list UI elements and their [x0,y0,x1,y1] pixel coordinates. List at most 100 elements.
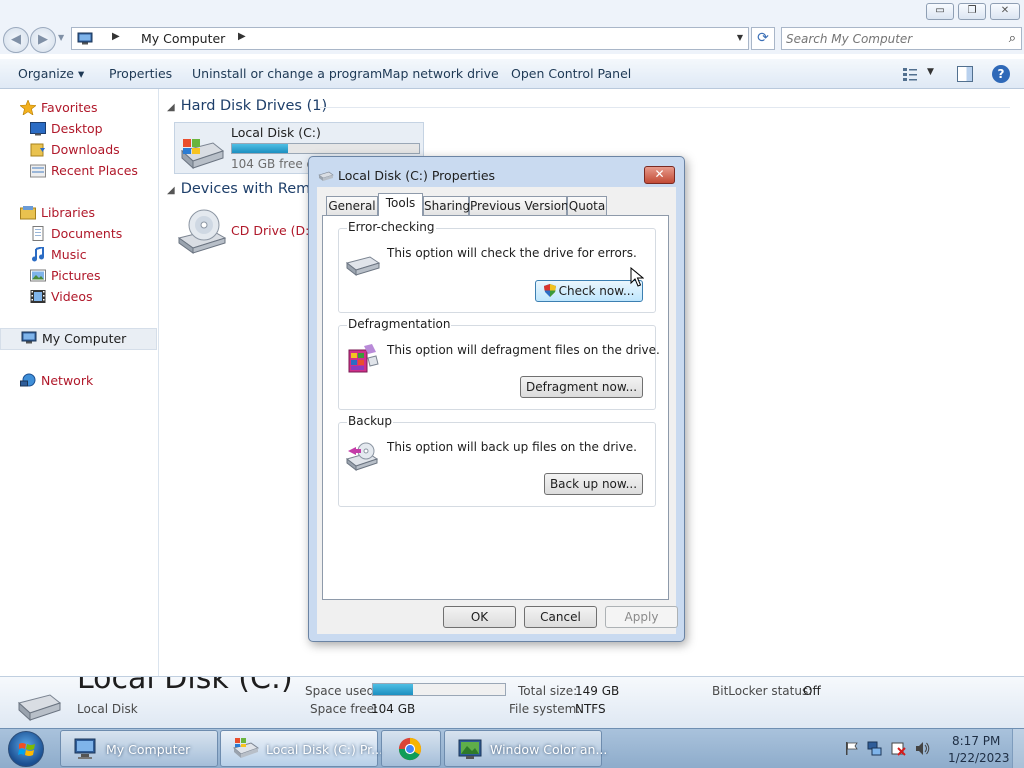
space-free-value: 104 GB [371,702,416,716]
file-system-value: NTFS [575,702,606,716]
collapse-arrow-icon[interactable]: ◢ [167,185,175,196]
hard-drive-icon [17,694,62,722]
desktop-icon [30,121,46,136]
group-description: This option will back up files on the dr… [387,440,637,454]
videos-icon [30,289,46,304]
start-button[interactable] [8,731,44,767]
collapse-arrow-icon[interactable]: ◢ [167,102,175,113]
uninstall-program-button[interactable]: Uninstall or change a program [192,66,382,81]
minimize-button[interactable]: ▭ [926,3,954,20]
sidebar-label: Desktop [51,121,103,136]
sidebar-item-documents[interactable]: Documents [0,224,157,244]
sidebar-item-downloads[interactable]: Downloads [0,140,157,160]
bitlocker-value: Off [803,684,821,698]
sidebar-item-network[interactable]: Network [0,371,157,391]
view-options-dropdown-icon[interactable]: ▼ [927,67,934,77]
tab-sharing[interactable]: Sharing [423,196,470,215]
power-warning-icon[interactable] [891,741,906,756]
clock-time[interactable]: 8:17 PM [952,734,1000,748]
pictures-icon [30,268,46,283]
drive-label: Local Disk (C:) [231,125,321,140]
hard-drive-icon [233,738,259,758]
search-icon[interactable]: ⌕ [1009,31,1016,46]
network-tray-icon[interactable] [867,741,882,756]
computer-icon [77,32,93,45]
dialog-body: General Tools Sharing Previous Versions … [317,187,678,634]
cancel-button[interactable]: Cancel [524,606,597,628]
taskbar-window-color[interactable]: Window Color an... [444,730,607,767]
forward-button[interactable]: ▶ [30,27,56,53]
space-used-label: Space used: [305,684,379,698]
button-label: Check now... [558,284,635,298]
sidebar-item-pictures[interactable]: Pictures [0,266,157,286]
tab-general[interactable]: General [326,196,378,215]
sidebar-label: Music [51,247,87,262]
command-bar: Organize ▾ Properties Uninstall or chang… [0,58,1024,89]
map-network-drive-button[interactable]: Map network drive [382,66,499,81]
show-desktop-button[interactable] [1012,729,1024,768]
properties-button[interactable]: Properties [109,66,172,81]
address-dropdown-icon[interactable]: ▼ [737,33,743,42]
search-input[interactable] [786,30,996,47]
personalization-icon [458,739,482,759]
dialog-title: Local Disk (C:) Properties [338,168,496,183]
action-center-flag-icon[interactable] [844,741,859,756]
breadcrumb-my-computer[interactable]: My Computer [141,31,225,46]
star-icon [19,99,37,116]
sidebar-label: Downloads [51,142,120,157]
breadcrumb-chevron-icon[interactable]: ▶ [238,31,246,42]
address-bar[interactable]: ▶ My Computer ▶ ▼ [71,27,749,50]
backup-icon [346,442,379,471]
taskbar-chrome[interactable] [381,730,441,767]
search-box[interactable]: ⌕ [781,27,1022,50]
libraries-icon [20,205,36,220]
taskbar-local-disk-properties[interactable]: Local Disk (C:) Pr... [220,730,383,767]
sidebar-label: Documents [51,226,123,241]
breadcrumb-chevron-icon[interactable]: ▶ [112,31,120,42]
back-up-now-button[interactable]: Back up now... [544,473,643,495]
apply-button[interactable]: Apply [605,606,678,628]
refresh-button[interactable]: ⟳ [751,27,775,50]
drive-usage-fill [232,144,289,153]
mouse-cursor-icon [630,267,644,287]
change-view-icon[interactable] [902,66,918,82]
defragment-now-button[interactable]: Defragment now... [520,376,643,398]
sidebar-label: Videos [51,289,93,304]
open-control-panel-button[interactable]: Open Control Panel [511,66,631,81]
organize-button[interactable]: Organize ▾ [18,66,84,81]
close-button[interactable]: ✕ [990,3,1020,20]
sidebar-item-libraries[interactable]: Libraries [0,203,157,223]
sidebar-item-music[interactable]: Music [0,245,157,265]
music-note-icon [30,245,46,262]
check-now-button[interactable]: Check now... [535,280,643,302]
computer-icon [21,331,37,346]
clock-date[interactable]: 1/22/2023 [948,751,1010,765]
volume-icon[interactable] [915,741,930,756]
group-title: Defragmentation [347,317,452,331]
tab-previous-versions[interactable]: Previous Versions [469,196,575,215]
tab-quota[interactable]: Quota [567,196,607,215]
group-divider [320,107,1010,108]
title-bar[interactable]: ▭ ❐ ✕ [0,0,1024,24]
back-button[interactable]: ◀ [3,27,29,53]
sidebar-item-favorites[interactable]: Favorites [0,98,157,118]
tab-tools[interactable]: Tools [378,193,423,216]
taskbar-my-computer[interactable]: My Computer [60,730,218,767]
cd-drive-label[interactable]: CD Drive (D:) [231,223,314,238]
bitlocker-label: BitLocker status: [712,684,813,698]
maximize-button[interactable]: ❐ [958,3,986,20]
recent-places-icon [30,163,46,178]
sidebar-item-videos[interactable]: Videos [0,287,157,307]
ok-button[interactable]: OK [443,606,516,628]
tools-tab-panel: Error-checking This option will check th… [322,215,669,600]
dialog-close-button[interactable]: ✕ [644,166,675,184]
sidebar-item-my-computer[interactable]: My Computer [0,328,157,350]
recent-pages-icon[interactable]: ▼ [58,33,64,42]
sidebar-item-recent-places[interactable]: Recent Places [0,161,157,181]
help-icon[interactable]: ? [992,65,1010,83]
network-icon [20,373,36,388]
group-header-hard-disk-drives[interactable]: ◢ Hard Disk Drives (1) [167,98,327,114]
preview-pane-icon[interactable] [957,66,973,82]
drive-usage-bar [231,143,420,154]
sidebar-item-desktop[interactable]: Desktop [0,119,157,139]
